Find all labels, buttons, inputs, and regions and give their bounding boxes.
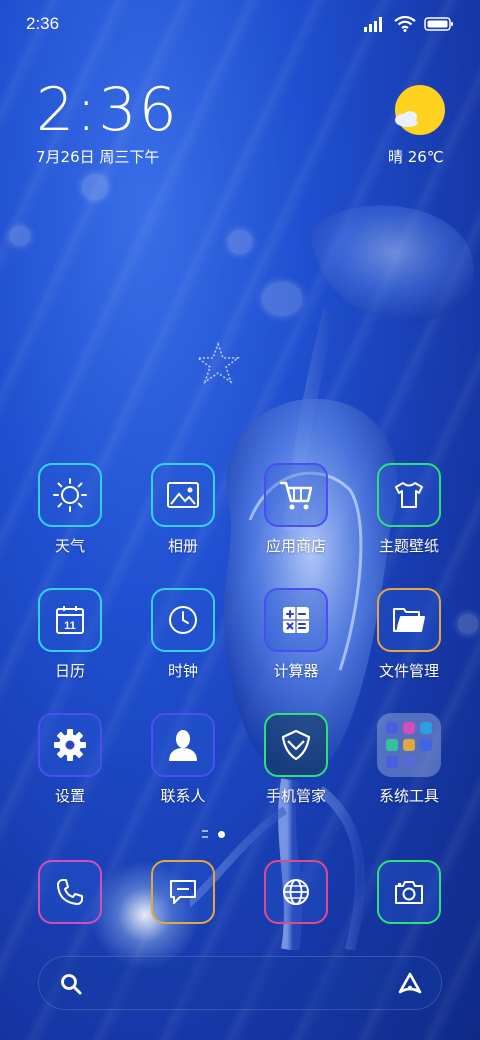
- app-icon-frame: [377, 463, 441, 527]
- app-label: 天气: [54, 537, 85, 555]
- app-label: 系统工具: [378, 787, 439, 805]
- calendar-icon: 11: [56, 606, 84, 634]
- wifi-icon: [394, 16, 416, 32]
- app-file-manager[interactable]: 文件管理: [354, 588, 464, 698]
- app-weather[interactable]: 天气: [15, 463, 125, 573]
- assistant-icon[interactable]: [397, 971, 423, 997]
- app-label: 设置: [54, 787, 85, 805]
- mini-app-icon: [386, 756, 398, 768]
- dock-phone[interactable]: [15, 860, 125, 928]
- app-security[interactable]: 手机管家: [241, 713, 351, 823]
- folder-icon: [393, 608, 425, 632]
- app-themes[interactable]: 主题壁纸: [354, 463, 464, 573]
- page-indicator: [202, 830, 225, 838]
- app-icon-frame: [151, 588, 215, 652]
- app-store[interactable]: 应用商店: [241, 463, 351, 573]
- app-label: 联系人: [160, 787, 206, 805]
- app-icon-frame: [38, 860, 102, 924]
- tshirt-icon: [395, 482, 423, 508]
- mini-app-icon: [386, 722, 398, 734]
- app-label: 文件管理: [378, 662, 439, 680]
- folder-group-icon: [377, 713, 441, 777]
- app-contacts[interactable]: 联系人: [128, 713, 238, 823]
- app-icon-frame: 11: [38, 588, 102, 652]
- app-icon-frame: [151, 860, 215, 924]
- app-label: 应用商店: [265, 537, 326, 555]
- camera-icon: [395, 881, 423, 904]
- cart-icon: [280, 481, 313, 510]
- search-bar[interactable]: [38, 956, 442, 1010]
- app-icon-frame: [264, 860, 328, 924]
- gear-icon: [54, 729, 86, 761]
- app-icon-frame: [38, 713, 102, 777]
- sunny-cloud-icon[interactable]: [390, 84, 446, 136]
- battery-icon: [424, 17, 453, 31]
- app-label: 日历: [54, 662, 85, 680]
- mini-app-icon: [420, 722, 432, 734]
- clock-time[interactable]: 2:36: [36, 80, 179, 140]
- app-calendar[interactable]: 11 日历: [15, 588, 125, 698]
- app-icon-frame: [377, 860, 441, 924]
- bubble: [228, 230, 252, 254]
- app-icon-frame: [264, 713, 328, 777]
- dock-messages[interactable]: [128, 860, 238, 928]
- bubble: [10, 226, 30, 246]
- weather-text[interactable]: 晴 26℃: [388, 146, 444, 167]
- image-icon: [167, 482, 199, 508]
- mini-app-icon: [386, 739, 398, 751]
- app-label: 相册: [167, 537, 198, 555]
- app-calculator[interactable]: 计算器: [241, 588, 351, 698]
- shield-icon: [281, 729, 311, 761]
- star-decoration: [196, 342, 240, 384]
- status-bar: 2:36: [0, 0, 480, 50]
- signal-icon: [364, 17, 382, 32]
- phone-icon: [57, 879, 83, 905]
- browser-globe-icon: [283, 879, 309, 905]
- person-icon: [169, 730, 197, 761]
- mini-app-icon: [403, 756, 415, 768]
- bubble: [262, 282, 302, 316]
- app-clock[interactable]: 时钟: [128, 588, 238, 698]
- clock-icon: [169, 606, 197, 634]
- app-icon-frame: [377, 588, 441, 652]
- dock-camera[interactable]: [354, 860, 464, 928]
- app-icon-frame: [38, 463, 102, 527]
- clock-date: 7月26日 周三下午: [36, 148, 160, 166]
- page-indicator-minus-one[interactable]: [202, 830, 208, 838]
- app-label: 计算器: [273, 662, 319, 680]
- mini-app-icon: [420, 739, 432, 751]
- calculator-icon: [283, 607, 309, 633]
- app-icon-frame: [151, 463, 215, 527]
- bubble: [82, 174, 108, 200]
- app-settings[interactable]: 设置: [15, 713, 125, 823]
- app-label: 时钟: [167, 662, 198, 680]
- app-icon-frame: [264, 463, 328, 527]
- mini-app-empty: [420, 756, 432, 768]
- app-icon-frame: [151, 713, 215, 777]
- sun-icon: [53, 478, 87, 512]
- app-label: 手机管家: [265, 787, 326, 805]
- dock-browser[interactable]: [241, 860, 351, 928]
- app-label: 主题壁纸: [378, 537, 439, 555]
- message-icon: [170, 880, 196, 904]
- mini-app-icon: [403, 739, 415, 751]
- app-gallery[interactable]: 相册: [128, 463, 238, 573]
- status-time: 2:36: [26, 14, 60, 33]
- calendar-badge: 11: [64, 620, 76, 632]
- page-indicator-dot-current[interactable]: [218, 830, 225, 838]
- folder-system-tools[interactable]: 系统工具: [354, 713, 464, 823]
- mini-app-icon: [403, 722, 415, 734]
- app-icon-frame: [264, 588, 328, 652]
- search-icon[interactable]: [59, 972, 83, 996]
